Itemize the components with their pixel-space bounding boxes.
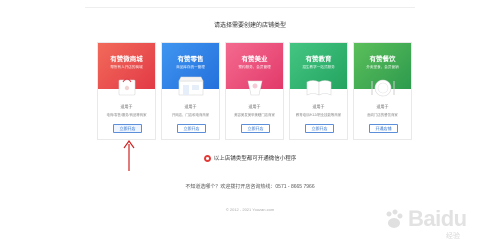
paw-icon xyxy=(386,209,403,228)
card-subtitle: 预约服务，会员管理 xyxy=(238,65,271,69)
plate-icon xyxy=(371,79,395,97)
card-tag: 适用于 xyxy=(184,104,197,109)
card-catering[interactable]: 有赞餐饮 外卖堂食，会员营销 适用于 面向门店的餐饮商家 开通店铺 xyxy=(353,42,412,140)
card-description: 电商/零售/服务/商品等商家 xyxy=(106,113,147,117)
open-store-button-beauty[interactable]: 立即开店 xyxy=(241,124,270,133)
help-hotline: 不知道选哪个？欢迎拨打开店咨询热线：0571 - 8665 7966 xyxy=(185,184,315,190)
open-store-button-education[interactable]: 立即开店 xyxy=(305,124,334,133)
card-tag: 适用于 xyxy=(248,104,261,109)
open-store-button-catering[interactable]: 开通店铺 xyxy=(369,124,398,133)
card-education[interactable]: 有赞教育 招生教学一站式服务 适用于 教育培训/K12/职业技能等商家 立即开店 xyxy=(289,42,348,140)
baidu-watermark: Baidu 经验 xyxy=(372,202,492,242)
open-store-button-retail[interactable]: 立即开店 xyxy=(177,124,206,133)
card-subtitle: 外卖堂食，会员营销 xyxy=(366,65,399,69)
mini-program-icon xyxy=(203,155,211,163)
card-title: 有赞餐饮 xyxy=(369,56,396,63)
open-store-button-micro-mall[interactable]: 立即开店 xyxy=(113,124,142,133)
card-description: 面向门店的餐饮商家 xyxy=(367,113,398,117)
card-tag: 适用于 xyxy=(376,104,389,109)
divider xyxy=(85,7,415,8)
watermark-sub: 经验 xyxy=(446,233,460,240)
store-type-cards: 有赞微商城 帮所有人开店的商城 适用于 电商/零售/服务/商品等商家 立即开店 … xyxy=(97,42,417,140)
card-description: 开网店、门店和电商商家 xyxy=(171,113,210,117)
card-description: 美容美发美甲美睫门店商家 xyxy=(234,113,275,117)
card-title: 有赞零售 xyxy=(177,56,204,63)
page-heading: 请选择需要创建的店铺类型 xyxy=(213,23,286,29)
beauty-icon xyxy=(247,80,263,96)
card-tag: 适用于 xyxy=(312,104,325,109)
mini-program-note: 以上店铺类型都可开通微信小程序 xyxy=(0,154,500,163)
card-retail[interactable]: 有赞零售 商品库存统一管理 适用于 开网店、门店和电商商家 立即开店 xyxy=(161,42,220,140)
card-title: 有赞微商城 xyxy=(110,56,143,63)
card-tag: 适用于 xyxy=(120,104,133,109)
card-description: 教育培训/K12/职业技能等商家 xyxy=(295,113,342,117)
watermark-brand: Baidu xyxy=(408,206,467,231)
store-front-icon xyxy=(178,76,204,96)
book-icon xyxy=(306,80,332,96)
card-beauty[interactable]: 有赞美业 预约服务，会员管理 适用于 美容美发美甲美睫门店商家 立即开店 xyxy=(225,42,284,140)
card-title: 有赞教育 xyxy=(305,56,332,63)
mini-program-note-text: 以上店铺类型都可开通微信小程序 xyxy=(213,156,297,162)
card-subtitle: 招生教学一站式服务 xyxy=(302,65,335,69)
card-subtitle: 商品库存统一管理 xyxy=(176,65,205,69)
card-title: 有赞美业 xyxy=(241,56,268,63)
page: 请选择需要创建的店铺类型 有赞微商城 帮所有人开店的商城 适用于 电商/零售/服… xyxy=(0,0,500,248)
card-micro-mall[interactable]: 有赞微商城 帮所有人开店的商城 适用于 电商/零售/服务/商品等商家 立即开店 xyxy=(97,42,156,140)
card-subtitle: 帮所有人开店的商城 xyxy=(110,65,143,69)
shop-bag-icon xyxy=(118,78,136,96)
